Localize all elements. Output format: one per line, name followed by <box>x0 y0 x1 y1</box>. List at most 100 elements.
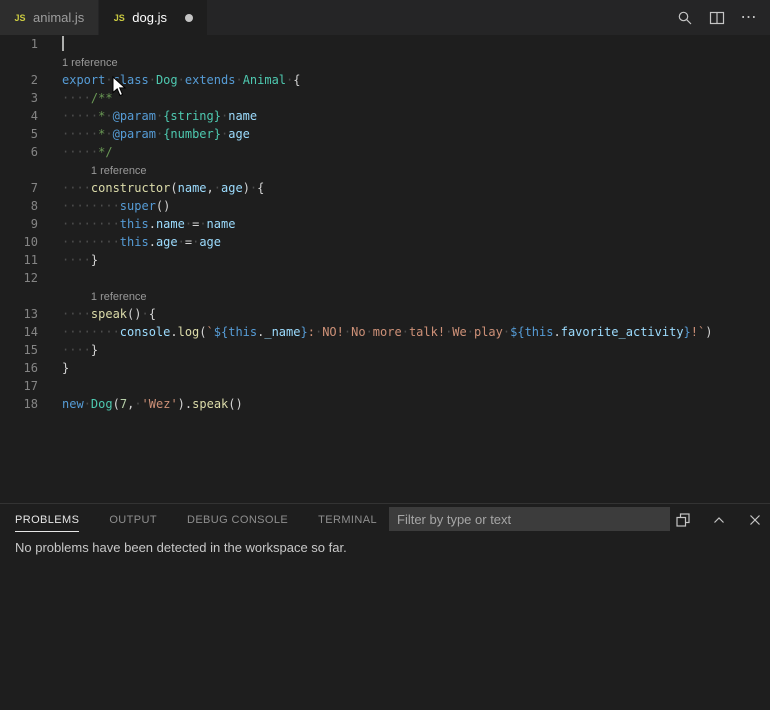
code-token: ····· <box>62 145 98 159</box>
line-number: 6 <box>0 143 38 161</box>
code-token: · <box>214 181 221 195</box>
code-token: ····· <box>62 109 98 123</box>
code-token: : <box>308 325 315 339</box>
problems-filter-input[interactable] <box>389 507 670 531</box>
code-token: ( <box>199 325 206 339</box>
code-token: · <box>134 397 141 411</box>
code-line[interactable]: 10········this.age·=·age <box>0 233 770 251</box>
codelens-link[interactable]: 1 reference <box>91 162 147 180</box>
code-token: this <box>120 235 149 249</box>
code-token: · <box>105 109 112 123</box>
codelens-link[interactable]: 1 reference <box>62 54 118 72</box>
line-number: 14 <box>0 323 38 341</box>
vscode-window: { "colors": { "editor_bg": "#1e1e1e", "t… <box>0 0 770 710</box>
tab-dog-js[interactable]: JS dog.js <box>99 0 208 35</box>
codelens-row: 1 reference <box>0 287 770 305</box>
collapse-all-icon[interactable] <box>674 511 692 529</box>
tab-animal-js[interactable]: JS animal.js <box>0 0 99 35</box>
code-line[interactable]: 4·····*·@param·{string}·name <box>0 107 770 125</box>
code-line[interactable]: 6·····*/ <box>0 143 770 161</box>
line-number: 13 <box>0 305 38 323</box>
unsaved-changes-icon[interactable] <box>185 14 193 22</box>
code-token: We <box>452 325 466 339</box>
code-token: NO! <box>322 325 344 339</box>
code-token: this <box>228 325 257 339</box>
code-line[interactable]: 18new·Dog(7,·'Wez').speak() <box>0 395 770 413</box>
line-number: 8 <box>0 197 38 215</box>
code-line[interactable]: 9········this.name·=·name <box>0 215 770 233</box>
line-number <box>0 53 38 71</box>
code-line[interactable]: 17 <box>0 377 770 395</box>
code-line[interactable]: 16} <box>0 359 770 377</box>
code-token: = <box>185 235 192 249</box>
javascript-file-icon: JS <box>12 13 28 23</box>
code-line[interactable]: 1 <box>0 35 770 53</box>
panel-body: No problems have been detected in the wo… <box>0 535 770 560</box>
line-number: 10 <box>0 233 38 251</box>
search-icon[interactable] <box>676 9 694 27</box>
code-token: speak <box>192 397 228 411</box>
code-token: { <box>257 181 264 195</box>
code-token: . <box>553 325 560 339</box>
more-actions-icon[interactable]: ⋯ <box>740 9 758 27</box>
panel-tab-terminal[interactable]: TERMINAL <box>318 508 377 531</box>
code-token: super <box>120 199 156 213</box>
code-token: · <box>235 73 242 87</box>
code-line[interactable]: 5·····*·@param·{number}·age <box>0 125 770 143</box>
code-token: } <box>91 253 98 267</box>
code-token: Animal <box>243 73 286 87</box>
code-token: _name <box>264 325 300 339</box>
editor[interactable]: 11 reference2export·class·Dog·extends·An… <box>0 35 770 503</box>
code-token: this <box>120 217 149 231</box>
code-token: ····· <box>62 127 98 141</box>
code-line[interactable]: 7····constructor(name,·age)·{ <box>0 179 770 197</box>
panel-tab-problems[interactable]: PROBLEMS <box>15 508 79 532</box>
code-token: . <box>170 325 177 339</box>
code-token: · <box>185 217 192 231</box>
code-token: Dog <box>91 397 113 411</box>
line-number: 1 <box>0 35 38 53</box>
panel-tab-output[interactable]: OUTPUT <box>109 508 157 531</box>
code-token: export <box>62 73 105 87</box>
code-token: . <box>149 235 156 249</box>
code-token: {string} <box>163 109 221 123</box>
editor-actions: ⋯ <box>676 0 770 35</box>
code-token: } <box>684 325 691 339</box>
code-line[interactable]: 14········console.log(`${this._name}:·NO… <box>0 323 770 341</box>
codelens-row: 1 reference <box>0 161 770 179</box>
code-token: age <box>156 235 178 249</box>
panel-actions <box>674 504 764 535</box>
line-number: 12 <box>0 269 38 287</box>
line-number <box>0 161 38 179</box>
line-number: 2 <box>0 71 38 89</box>
code-line[interactable]: 15····} <box>0 341 770 359</box>
code-token: { <box>293 73 300 87</box>
code-token: Dog <box>156 73 178 87</box>
code-line[interactable]: 8········super() <box>0 197 770 215</box>
line-number: 9 <box>0 215 38 233</box>
editor-rows: 11 reference2export·class·Dog·extends·An… <box>0 35 770 413</box>
code-line[interactable]: 12 <box>0 269 770 287</box>
line-number: 16 <box>0 359 38 377</box>
code-token: ( <box>113 397 120 411</box>
code-token: extends <box>185 73 236 87</box>
code-token: · <box>84 397 91 411</box>
code-token: name <box>156 217 185 231</box>
code-line[interactable]: 11····} <box>0 251 770 269</box>
codelens-link[interactable]: 1 reference <box>91 288 147 306</box>
code-token: talk! <box>409 325 445 339</box>
code-token: } <box>300 325 307 339</box>
code-token: ········ <box>62 199 120 213</box>
code-line[interactable]: 2export·class·Dog·extends·Animal·{ <box>0 71 770 89</box>
code-token: ········ <box>62 235 120 249</box>
code-line[interactable]: 13····speak()·{ <box>0 305 770 323</box>
code-token: } <box>62 361 69 375</box>
chevron-up-icon[interactable] <box>710 511 728 529</box>
split-editor-icon[interactable] <box>708 9 726 27</box>
code-token: · <box>141 307 148 321</box>
code-line[interactable]: 3····/** <box>0 89 770 107</box>
panel-tab-debug-console[interactable]: DEBUG CONSOLE <box>187 508 288 531</box>
close-panel-icon[interactable] <box>746 511 764 529</box>
code-token: class <box>113 73 149 87</box>
code-token: · <box>178 73 185 87</box>
